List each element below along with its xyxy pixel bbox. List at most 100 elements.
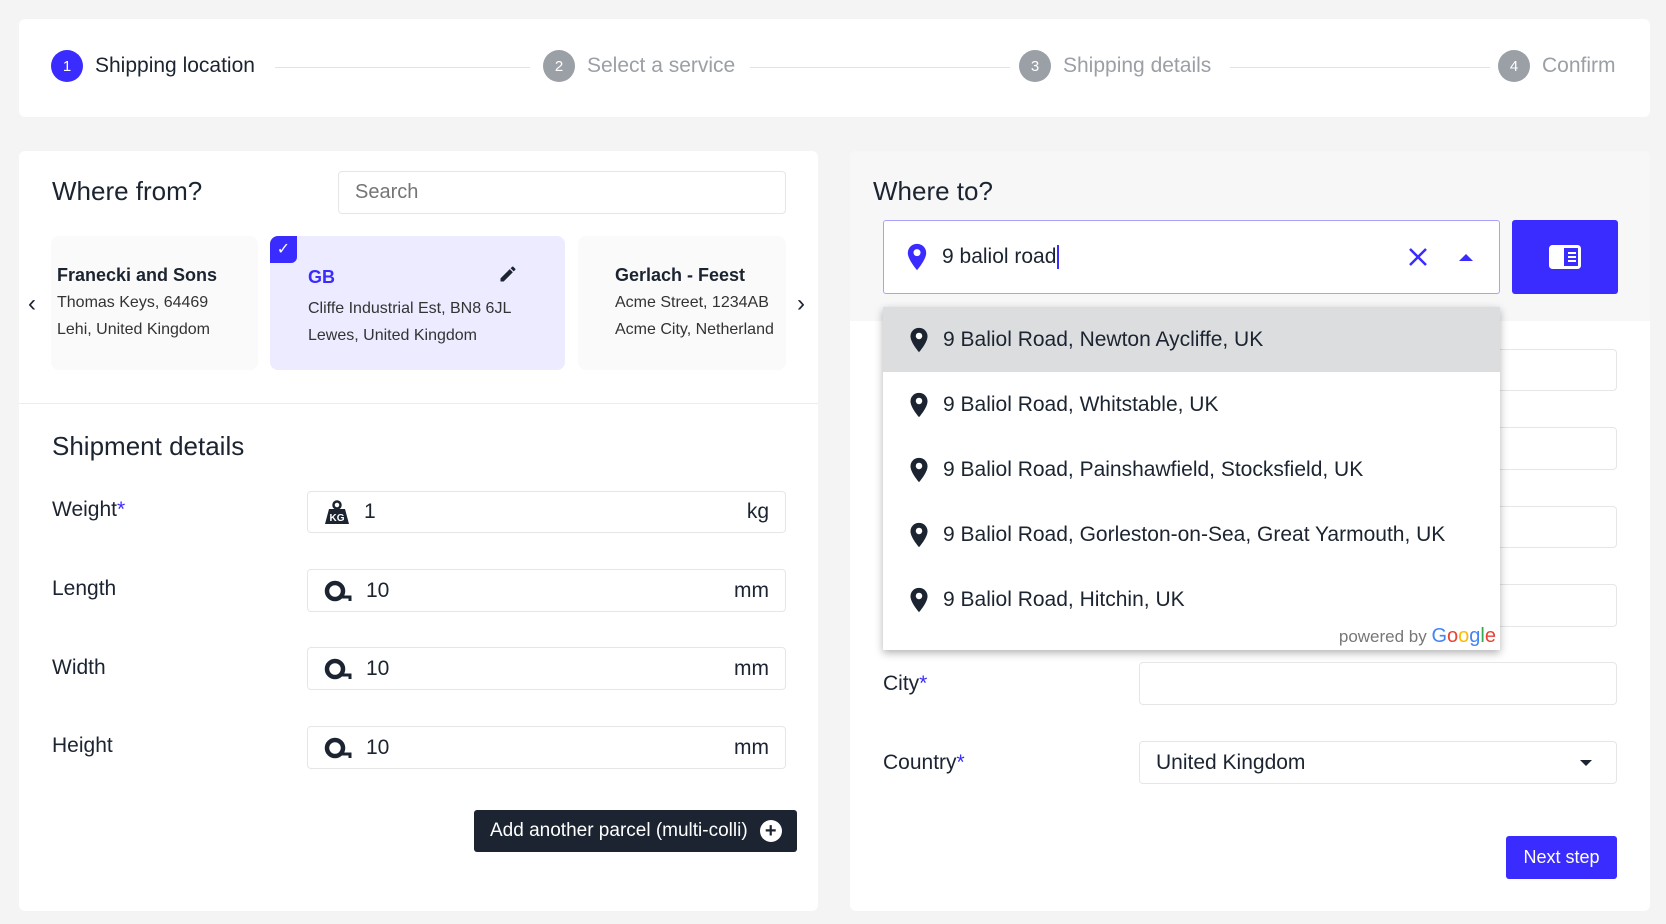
step-number: 1: [51, 50, 83, 82]
weight-label: Weight*: [52, 498, 125, 522]
label-text: City: [883, 672, 920, 695]
country-select[interactable]: United Kingdom: [1139, 741, 1617, 784]
tape-measure-icon: [324, 737, 352, 758]
suggestion-item[interactable]: 9 Baliol Road, Whitstable, UK: [883, 372, 1500, 437]
country-value: United Kingdom: [1156, 750, 1306, 774]
where-from-title: Where from?: [52, 176, 203, 206]
label-text: Country: [883, 751, 957, 774]
search-input[interactable]: [338, 171, 786, 214]
clear-icon[interactable]: [1407, 246, 1429, 268]
destination-input[interactable]: 9 baliol road: [883, 220, 1500, 294]
step-4[interactable]: 4 Confirm: [1498, 50, 1616, 82]
location-pin-icon: [910, 327, 928, 352]
carousel-prev-button[interactable]: ‹: [28, 290, 36, 318]
width-value: 10: [366, 656, 390, 680]
weight-input[interactable]: KG 1 kg: [307, 491, 786, 533]
address-line: Thomas Keys, 64469: [57, 294, 209, 311]
step-label: Select a service: [587, 54, 736, 77]
address-name: Gerlach - Feest: [615, 265, 746, 285]
suggestion-text: 9 Baliol Road, Whitstable, UK: [943, 392, 1219, 416]
caret-up-icon[interactable]: [1459, 253, 1473, 261]
height-label: Height: [52, 734, 113, 757]
location-pin-icon: [910, 457, 928, 482]
label-text: Weight: [52, 498, 117, 521]
suggestion-item[interactable]: 9 Baliol Road, Newton Aycliffe, UK: [883, 307, 1500, 372]
location-pin-icon: [910, 392, 928, 417]
height-value: 10: [366, 735, 390, 759]
width-input[interactable]: 10 mm: [307, 647, 786, 690]
address-name: GB: [308, 267, 335, 287]
weight-icon: KG: [325, 500, 349, 524]
plus-circle-icon: +: [759, 820, 782, 842]
required-marker: *: [919, 672, 928, 695]
address-line: Lehi, United Kingdom: [57, 321, 210, 338]
address-card[interactable]: Gerlach - Feest Acme Street, 1234AB Acme…: [578, 236, 786, 370]
suggestion-item[interactable]: 9 Baliol Road, Hitchin, UK: [883, 567, 1500, 632]
destination-query: 9 baliol road: [942, 245, 1060, 269]
add-parcel-label: Add another parcel (multi-colli): [490, 820, 748, 841]
step-label: Confirm: [1542, 54, 1616, 77]
length-input[interactable]: 10 mm: [307, 569, 786, 612]
suggestion-text: 9 Baliol Road, Newton Aycliffe, UK: [943, 327, 1264, 351]
country-label: Country*: [883, 751, 965, 775]
address-card-selected[interactable]: GB Cliffe Industrial Est, BN8 6JL Lewes,…: [270, 236, 565, 370]
tape-measure-icon: [324, 580, 352, 601]
location-pin-icon: [910, 522, 928, 547]
address-card[interactable]: Franecki and Sons Thomas Keys, 64469 Leh…: [51, 236, 258, 370]
suggestions-dropdown: 9 Baliol Road, Newton Aycliffe, UK 9 Bal…: [883, 307, 1500, 650]
shipment-details-title: Shipment details: [52, 431, 245, 461]
address-book-icon: [1549, 245, 1581, 269]
step-label: Shipping location: [95, 54, 255, 77]
length-label: Length: [52, 577, 117, 600]
carousel-next-button[interactable]: ›: [797, 290, 805, 318]
suggestion-text: 9 Baliol Road, Gorleston-on-Sea, Great Y…: [943, 522, 1446, 546]
weight-value: 1: [364, 500, 376, 523]
divider: [275, 67, 530, 68]
length-value: 10: [366, 578, 390, 602]
step-2[interactable]: 2 Select a service: [543, 50, 735, 82]
suggestion-text: 9 Baliol Road, Hitchin, UK: [943, 587, 1185, 611]
required-marker: *: [116, 498, 126, 521]
tape-measure-icon: [324, 658, 352, 679]
step-number: 4: [1498, 50, 1530, 82]
location-pin-icon: [910, 587, 928, 612]
divider: [750, 67, 1010, 68]
where-to-title: Where to?: [873, 176, 993, 206]
city-label: City*: [883, 672, 927, 696]
address-book-button[interactable]: [1512, 220, 1618, 294]
powered-by-google: powered by Google: [1339, 625, 1496, 648]
add-parcel-button[interactable]: Add another parcel (multi-colli) +: [474, 810, 797, 852]
next-step-label: Next step: [1523, 847, 1600, 867]
step-number: 2: [543, 50, 575, 82]
address-line: Acme Street, 1234AB: [615, 294, 769, 311]
required-marker: *: [956, 751, 965, 774]
location-pin-icon: [907, 243, 927, 271]
step-3[interactable]: 3 Shipping details: [1019, 50, 1211, 82]
suggestion-text: 9 Baliol Road, Painshawfield, Stocksfiel…: [943, 457, 1364, 481]
svg-text:KG: KG: [330, 513, 345, 524]
edit-pencil-icon[interactable]: [498, 264, 518, 284]
address-line: Lewes, United Kingdom: [308, 327, 477, 344]
caret-down-icon: [1580, 759, 1592, 766]
next-step-button[interactable]: Next step: [1506, 836, 1617, 879]
unit: mm: [734, 656, 769, 680]
unit: mm: [734, 735, 769, 759]
height-input[interactable]: 10 mm: [307, 726, 786, 769]
width-label: Width: [52, 656, 106, 679]
google-logo: Google: [1431, 625, 1496, 647]
address-name: Franecki and Sons: [57, 265, 218, 285]
divider: [19, 403, 818, 404]
suggestion-item[interactable]: 9 Baliol Road, Gorleston-on-Sea, Great Y…: [883, 502, 1500, 567]
unit: kg: [746, 500, 769, 523]
suggestion-item[interactable]: 9 Baliol Road, Painshawfield, Stocksfiel…: [883, 437, 1500, 502]
city-input[interactable]: [1139, 662, 1617, 705]
unit: mm: [734, 578, 769, 602]
step-number: 3: [1019, 50, 1051, 82]
address-line: Acme City, Netherland: [615, 321, 774, 338]
address-line: Cliffe Industrial Est, BN8 6JL: [308, 300, 512, 317]
divider: [1230, 67, 1490, 68]
checkmark-icon[interactable]: ✓: [270, 236, 297, 263]
step-label: Shipping details: [1063, 54, 1212, 77]
stepper: [19, 19, 1650, 117]
step-1[interactable]: 1 Shipping location: [51, 50, 255, 82]
